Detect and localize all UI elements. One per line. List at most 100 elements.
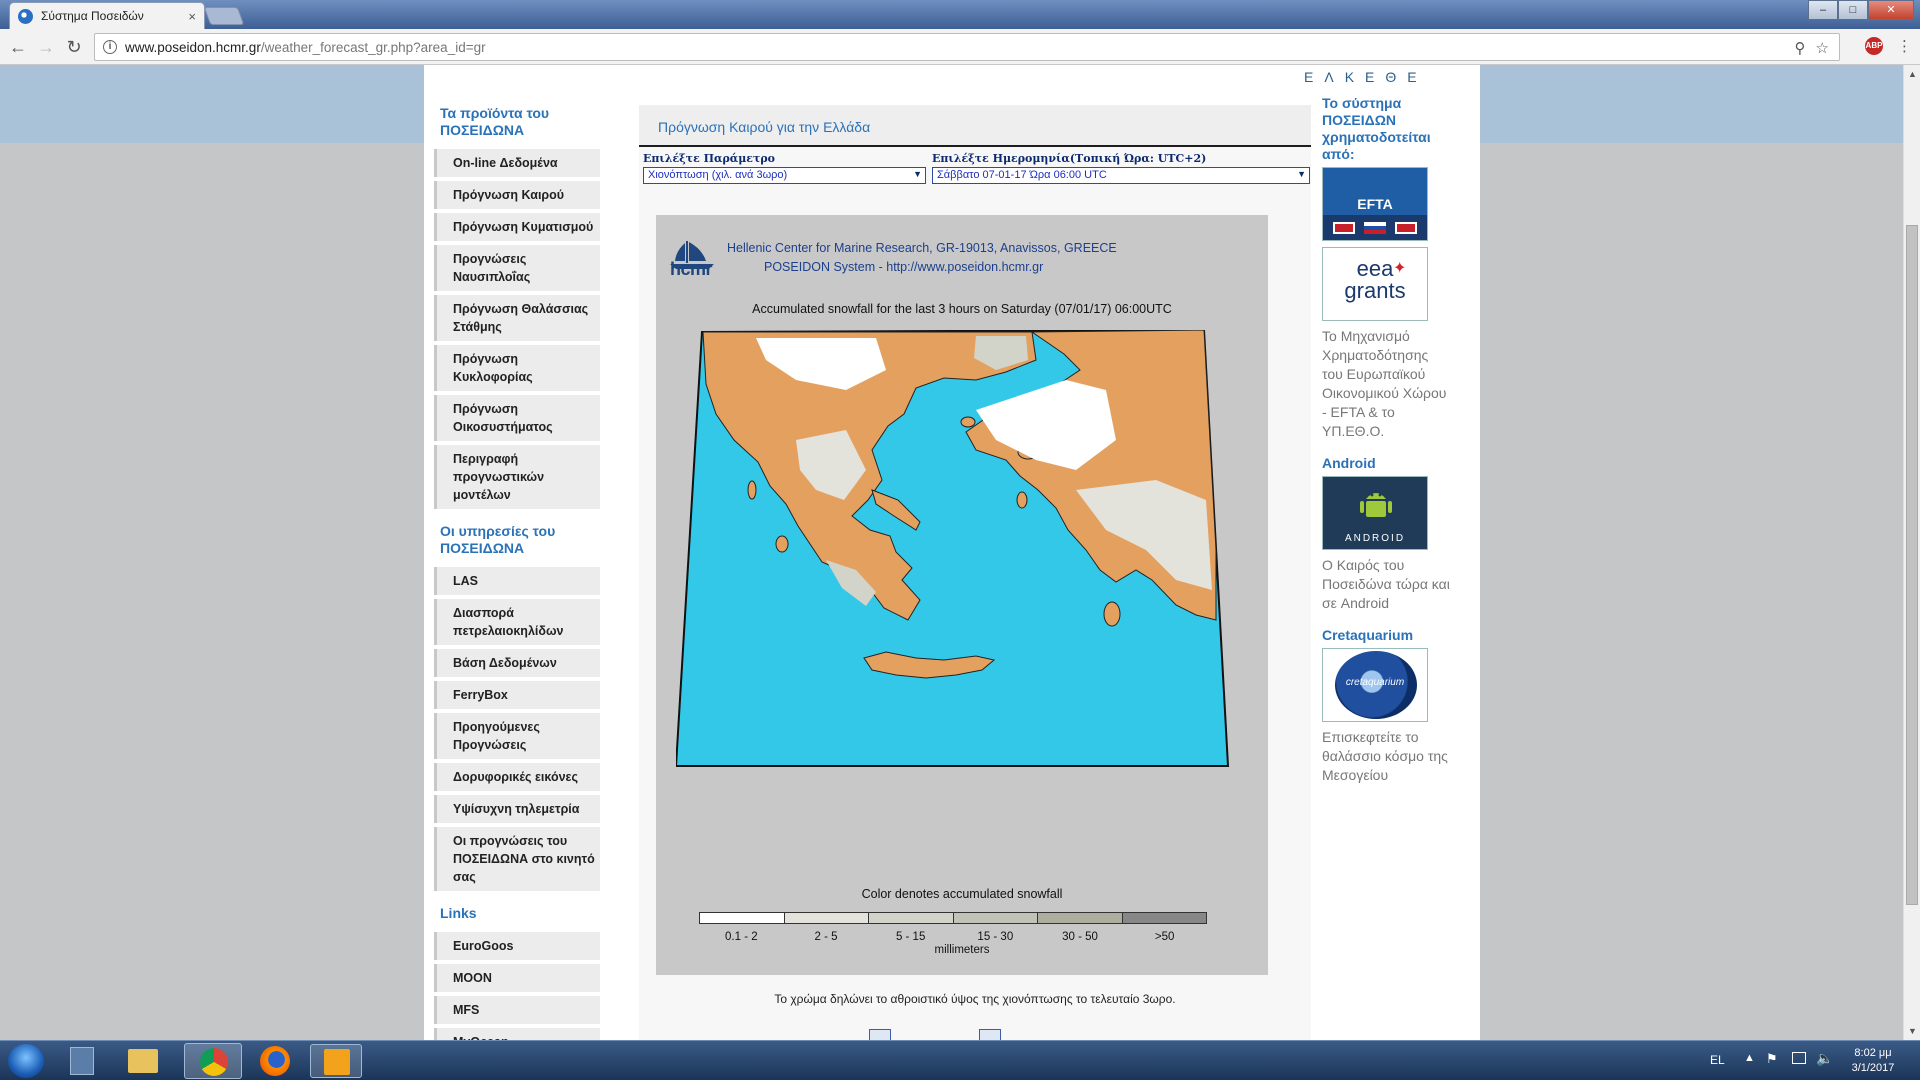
clock-date: 3/1/2017: [1851, 1062, 1895, 1074]
sidebar-item-links-2[interactable]: MFS: [434, 996, 600, 1024]
clock-time: 8:02 μμ: [1854, 1047, 1892, 1059]
url-path: /weather_forecast_gr.php?area_id=gr: [260, 39, 486, 55]
colorbar-tick-label: 0.1 - 2: [725, 931, 758, 943]
menu-kebab-icon[interactable]: ⋮: [1897, 37, 1912, 55]
map-title: Accumulated snowfall for the last 3 hour…: [752, 302, 1172, 316]
products-menu: On-line Δεδομένα Πρόγνωση Καιρού Πρόγνωση …: [434, 149, 614, 509]
colorbar-swatch: [1122, 913, 1206, 923]
page-title: Πρόγνωση Καιρού για την Ελλάδα: [639, 105, 1311, 147]
colorbar-tick-label: 5 - 15: [895, 931, 926, 943]
new-tab-button[interactable]: [203, 7, 245, 25]
tab-close-icon[interactable]: ×: [188, 9, 196, 24]
browser-tab[interactable]: Σύστημα Ποσειδών ×: [9, 2, 205, 29]
chrome-taskbar-button[interactable]: [184, 1043, 242, 1079]
parameter-select[interactable]: Χιονόπτωση (χιλ. ανά 3ωρο) ▼: [643, 167, 926, 184]
cretaquarium-logo[interactable]: cretaquarium: [1322, 648, 1428, 722]
products-heading: Τα προϊόντα του ΠΟΣΕΙΔΩΝΑ: [440, 105, 550, 138]
clock[interactable]: 8:02 μμ 3/1/2017: [1840, 1046, 1906, 1076]
limnos-island: [960, 416, 976, 428]
flag-liechtenstein-icon: [1364, 222, 1386, 234]
colorbar-tick-label: 30 - 50: [1062, 931, 1098, 943]
efta-logo[interactable]: EFTA: [1322, 167, 1428, 241]
map-header-line2: POSEIDON System - http://www.poseidon.hc…: [764, 260, 1044, 274]
tab-title: Σύστημα Ποσειδών: [41, 9, 144, 23]
language-indicator[interactable]: EL: [1710, 1053, 1725, 1067]
sidebar-item-products-5[interactable]: Πρόγνωση Κυκλοφορίας: [434, 345, 600, 391]
colorbar-swatch: [1038, 913, 1123, 923]
eea-grants-logo[interactable]: eea grants ✦: [1322, 247, 1428, 321]
reload-icon[interactable]: ↻: [62, 35, 86, 59]
sidebar-item-services-0[interactable]: LAS: [434, 567, 600, 595]
chevron-down-icon: ▼: [913, 169, 922, 179]
hcmr-logo-text: hcmr: [670, 259, 713, 279]
forward-arrow-icon[interactable]: →: [34, 35, 58, 59]
tab-strip: Σύστημα Ποσειδών × ‒ □ ✕: [0, 0, 1920, 29]
cretaquarium-logo-text: cretaquarium: [1345, 677, 1405, 688]
minimize-button[interactable]: ‒: [1808, 0, 1838, 20]
sidebar-item-services-7[interactable]: Οι προγνώσεις του ΠΟΣΕΙΔΩΝΑ στο κινητό σ…: [434, 827, 600, 891]
scroll-up-icon[interactable]: ▲: [1908, 69, 1917, 79]
colorbar-swatch: [700, 913, 785, 923]
action-center-flag-icon[interactable]: ⚑: [1766, 1051, 1778, 1067]
close-window-button[interactable]: ✕: [1868, 0, 1914, 20]
sidebar-item-services-1[interactable]: Διασπορά πετρελαιοκηλίδων: [434, 599, 600, 645]
taskbar: EL ▲ ⚑ 🔈 8:02 μμ 3/1/2017: [0, 1040, 1920, 1080]
android-badge[interactable]: ANDROID: [1322, 476, 1428, 550]
sidebar-item-links-1[interactable]: MOON: [434, 964, 600, 992]
sidebar-item-services-2[interactable]: Βάση Δεδομένων: [434, 649, 600, 677]
cretaquarium-heading[interactable]: Cretaquarium: [1322, 627, 1452, 644]
left-sidebar: Τα προϊόντα του ΠΟΣΕΙΔΩΝΑ On-line Δεδομέ…: [434, 105, 614, 1040]
ekethe-logo: ΕΛΚΕΘΕ: [1304, 69, 1428, 85]
calculator-icon[interactable]: [70, 1047, 94, 1075]
chrome-icon: [200, 1048, 228, 1076]
colorbar-tick-label: >50: [1154, 931, 1175, 943]
show-hidden-icons[interactable]: ▲: [1744, 1052, 1755, 1064]
date-label: Επιλέξτε Ημερομηνία(Τοπική Ώρα: UTC+2): [932, 152, 1207, 165]
rhodes-island: [1103, 601, 1121, 627]
right-sidebar: Το σύστημα ΠΟΣΕΙΔΩΝ χρηματοδοτείται από:…: [1322, 95, 1452, 785]
outlook-taskbar-button[interactable]: [310, 1044, 362, 1078]
file-explorer-icon[interactable]: [128, 1049, 158, 1073]
back-arrow-icon[interactable]: ←: [6, 35, 30, 59]
android-heading[interactable]: Android: [1322, 455, 1452, 472]
poseidon-favicon-icon: [18, 8, 33, 24]
flag-iceland-icon: [1333, 222, 1355, 234]
firefox-icon[interactable]: [260, 1046, 290, 1076]
sidebar-item-services-3[interactable]: FerryBox: [434, 681, 600, 709]
sidebar-item-links-0[interactable]: EuroGoos: [434, 932, 600, 960]
sidebar-item-services-6[interactable]: Υψίσυχνη τηλεμετρία: [434, 795, 600, 823]
volume-icon[interactable]: 🔈: [1816, 1050, 1833, 1067]
date-select[interactable]: Σάββατο 07-01-17 Ώρα 06:00 UTC ▼: [932, 167, 1310, 184]
start-button[interactable]: [8, 1044, 44, 1078]
android-text: Ο Καιρός του Ποσειδώνα τώρα και σε Andro…: [1322, 557, 1450, 611]
scroll-thumb[interactable]: [1906, 225, 1918, 905]
next-map-button[interactable]: [979, 1029, 1001, 1040]
main-content: Πρόγνωση Καιρού για την Ελλάδα Επιλέξτε …: [639, 105, 1311, 1040]
sidebar-item-links-3[interactable]: MyOcean: [434, 1028, 600, 1040]
sidebar-item-services-4[interactable]: Προηγούμενες Προγνώσεις: [434, 713, 600, 759]
sidebar-item-products-0[interactable]: On-line Δεδομένα: [434, 149, 600, 177]
sidebar-item-products-4[interactable]: Πρόγνωση Θαλάσσιας Στάθμης: [434, 295, 600, 341]
map-caption: Το χρώμα δηλώνει το αθροιστικό ύψος της …: [774, 992, 1176, 1006]
outlook-icon: [324, 1049, 350, 1075]
sidebar-item-products-7[interactable]: Περιγραφή προγνωστικών μοντέλων: [434, 445, 600, 509]
scroll-down-icon[interactable]: ▼: [1908, 1026, 1917, 1036]
network-icon[interactable]: [1792, 1052, 1806, 1064]
sidebar-item-products-2[interactable]: Πρόγνωση Κυματισμού: [434, 213, 600, 241]
sidebar-item-services-5[interactable]: Δορυφορικές εικόνες: [434, 763, 600, 791]
adblock-extension-icon[interactable]: ABP: [1865, 37, 1883, 55]
browser-toolbar: ← → ↻ i www.poseidon.hcmr.gr/weather_for…: [0, 29, 1920, 65]
sidebar-item-products-3[interactable]: Προγνώσεις Ναυσιπλοΐας: [434, 245, 600, 291]
bookmark-star-icon[interactable]: ☆: [1816, 39, 1829, 57]
address-bar[interactable]: i www.poseidon.hcmr.gr/weather_forecast_…: [94, 33, 1840, 61]
zoom-icon[interactable]: ⚲: [1795, 39, 1806, 57]
kefalonia-island: [775, 535, 789, 553]
site-info-icon[interactable]: i: [103, 40, 117, 54]
sidebar-item-products-6[interactable]: Πρόγνωση Οικοσυστήματος: [434, 395, 600, 441]
previous-map-button[interactable]: [869, 1029, 891, 1040]
colorbar-tick-label: 2 - 5: [814, 931, 838, 943]
vertical-scrollbar[interactable]: ▲ ▼: [1903, 65, 1920, 1040]
snowfall-map: [676, 330, 1230, 767]
maximize-button[interactable]: □: [1838, 0, 1868, 20]
sidebar-item-products-1[interactable]: Πρόγνωση Καιρού: [434, 181, 600, 209]
